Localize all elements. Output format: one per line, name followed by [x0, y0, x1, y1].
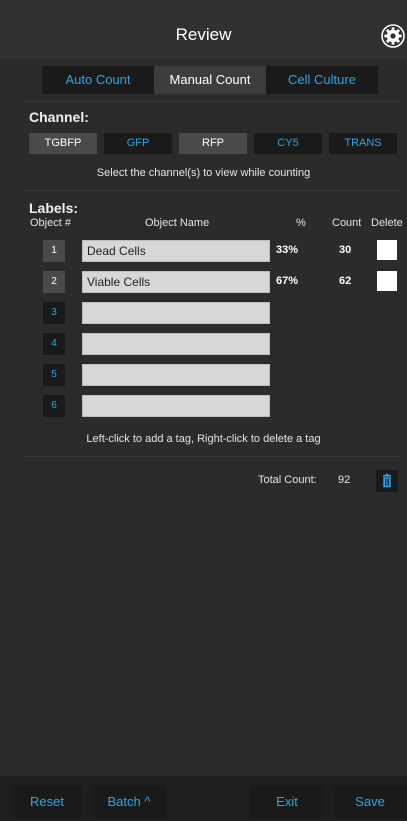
count-value: 30 — [339, 244, 352, 256]
column-count: Count — [332, 217, 362, 229]
column-percent: % — [296, 217, 306, 229]
gear-icon[interactable] — [381, 24, 405, 48]
object-name-input[interactable] — [82, 302, 270, 324]
count-value: 62 — [339, 275, 352, 287]
channel-hint: Select the channel(s) to view while coun… — [96, 167, 311, 179]
delete-checkbox[interactable] — [377, 240, 397, 260]
divider — [24, 190, 400, 191]
label-row: 3 — [0, 302, 407, 324]
object-number[interactable]: 1 — [43, 240, 65, 262]
total-count-value: 92 — [338, 474, 351, 486]
label-row: 4 — [0, 333, 407, 355]
column-object-name: Object Name — [145, 217, 210, 229]
page-title: Review — [175, 25, 232, 44]
channel-buttons: TGBFP GFP RFP CY5 TRANS — [29, 133, 397, 154]
channel-gfp-button[interactable]: GFP — [104, 133, 172, 154]
tab-manual-count[interactable]: Manual Count — [154, 66, 266, 94]
divider — [24, 101, 400, 102]
object-name-input[interactable] — [82, 395, 270, 417]
percent-value: 33% — [276, 244, 299, 256]
batch-button[interactable]: Batch ^ — [92, 786, 166, 818]
object-name-input[interactable] — [82, 364, 270, 386]
label-row: 2 67% 62 — [0, 271, 407, 293]
tab-auto-count[interactable]: Auto Count — [42, 66, 154, 94]
header-bar: Review — [0, 0, 407, 59]
channel-trans-button[interactable]: TRANS — [329, 133, 397, 154]
object-number[interactable]: 3 — [43, 302, 65, 324]
column-object-num: Object # — [30, 217, 71, 229]
mode-tabs: Auto Count Manual Count Cell Culture — [42, 66, 378, 94]
exit-button[interactable]: Exit — [250, 786, 324, 818]
total-count-label: Total Count: — [258, 474, 317, 486]
object-number[interactable]: 5 — [43, 364, 65, 386]
channel-tgbfp-button[interactable]: TGBFP — [29, 133, 97, 154]
tab-cell-culture[interactable]: Cell Culture — [266, 66, 378, 94]
object-number[interactable]: 4 — [43, 333, 65, 355]
channel-rfp-button[interactable]: RFP — [179, 133, 247, 154]
channel-cy5-button[interactable]: CY5 — [254, 133, 322, 154]
label-row: 5 — [0, 364, 407, 386]
label-row: 6 — [0, 395, 407, 417]
percent-value: 67% — [276, 275, 299, 287]
channel-heading: Channel: — [29, 109, 89, 125]
column-delete: Delete — [371, 217, 403, 229]
trash-button[interactable] — [376, 470, 398, 492]
object-number[interactable]: 2 — [43, 271, 65, 293]
save-button[interactable]: Save — [333, 786, 407, 818]
object-name-input[interactable] — [82, 333, 270, 355]
divider — [24, 456, 400, 457]
tag-hint: Left-click to add a tag, Right-click to … — [86, 433, 321, 445]
object-name-input[interactable] — [82, 271, 270, 293]
labels-heading: Labels: — [29, 200, 79, 216]
label-row: 1 33% 30 — [0, 240, 407, 262]
trash-icon — [383, 473, 391, 488]
object-name-input[interactable] — [82, 240, 270, 262]
delete-checkbox[interactable] — [377, 271, 397, 291]
object-number[interactable]: 6 — [43, 395, 65, 417]
reset-button[interactable]: Reset — [12, 786, 82, 818]
